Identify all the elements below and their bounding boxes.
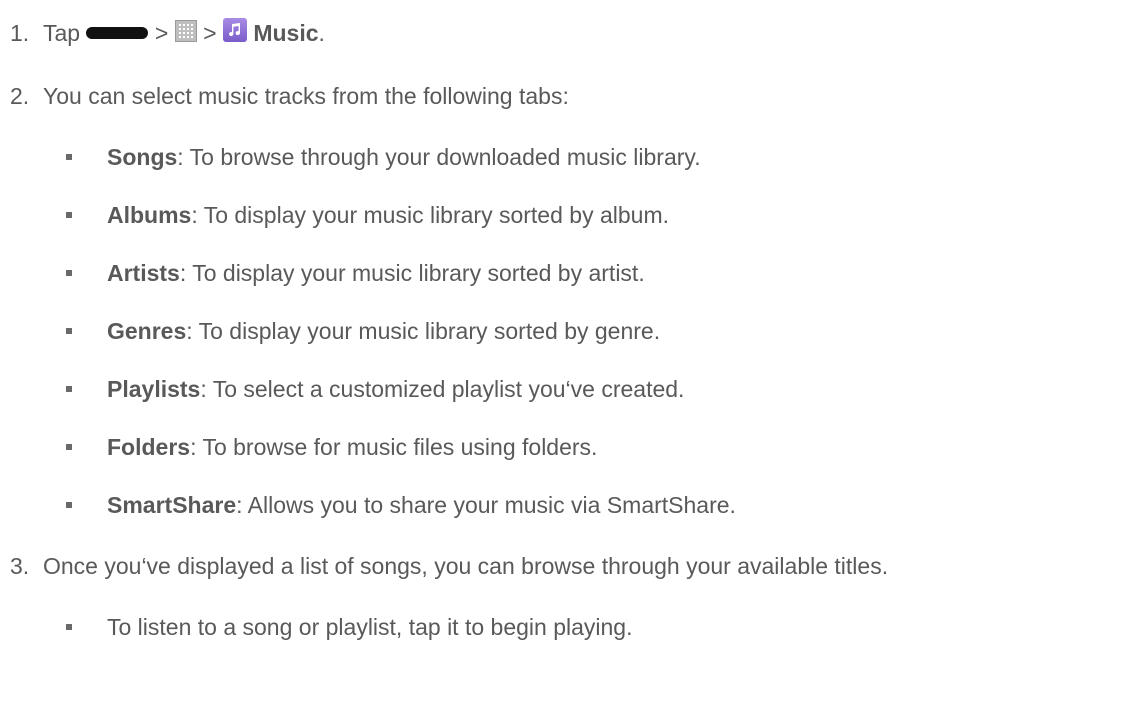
step-text: Once you‘ve displayed a list of songs, y… [43,553,889,579]
tab-name: Songs [107,144,178,170]
step-3-bullet: To listen to a song or playlist, tap it … [66,613,1116,641]
bullet-icon [66,328,72,334]
separator: > [203,20,217,46]
tab-name: Folders [107,434,191,460]
tab-name: Albums [107,202,192,228]
bullet-icon [66,270,72,276]
bullet-icon [66,386,72,392]
tab-description: : To browse through your downloaded musi… [177,144,701,170]
tab-item-artists: Artists: To display your music library s… [66,259,1116,287]
separator: > [154,20,169,46]
tab-item-songs: Songs: To browse through your downloaded… [66,143,1116,171]
tab-item-albums: Albums: To display your music library so… [66,201,1116,229]
bullet-icon [66,502,72,508]
bullet-icon [66,212,72,218]
bullet-icon [66,624,72,630]
tab-description: : To select a customized playlist you‘ve… [200,376,685,402]
tab-description: : To browse for music files using folder… [190,434,598,460]
step-number: 2. [10,83,30,109]
period: . [318,20,325,46]
step-3: 3. Once you‘ve displayed a list of songs… [10,552,1130,580]
tab-description: : Allows you to share your music via Sma… [236,492,736,518]
step-2: 2. You can select music tracks from the … [10,82,1110,110]
step-number: 3. [10,553,30,579]
step-1: 1. Tap > > Music. [10,17,1110,47]
apps-grid-icon [174,19,197,42]
tab-name: SmartShare [107,492,237,518]
tap-text: Tap [43,20,81,46]
bullet-icon [66,444,72,450]
tab-name: Playlists [107,376,201,402]
bullet-icon [66,154,72,160]
step-number: 1. [10,20,30,46]
home-button-icon [86,26,149,39]
tab-item-smartshare: SmartShare: Allows you to share your mus… [66,491,1116,519]
tab-item-folders: Folders: To browse for music files using… [66,433,1116,461]
app-name: Music [253,20,319,46]
tab-description: : To display your music library sorted b… [179,260,645,286]
tab-item-playlists: Playlists: To select a customized playli… [66,375,1116,403]
bullet-text: To listen to a song or playlist, tap it … [107,614,633,640]
tab-name: Genres [107,318,187,344]
tab-description: : To display your music library sorted b… [186,318,661,344]
tab-item-genres: Genres: To display your music library so… [66,317,1116,345]
music-app-icon [222,17,247,42]
tab-description: : To display your music library sorted b… [191,202,669,228]
tab-name: Artists [107,260,180,286]
step-text: You can select music tracks from the fol… [43,83,569,109]
